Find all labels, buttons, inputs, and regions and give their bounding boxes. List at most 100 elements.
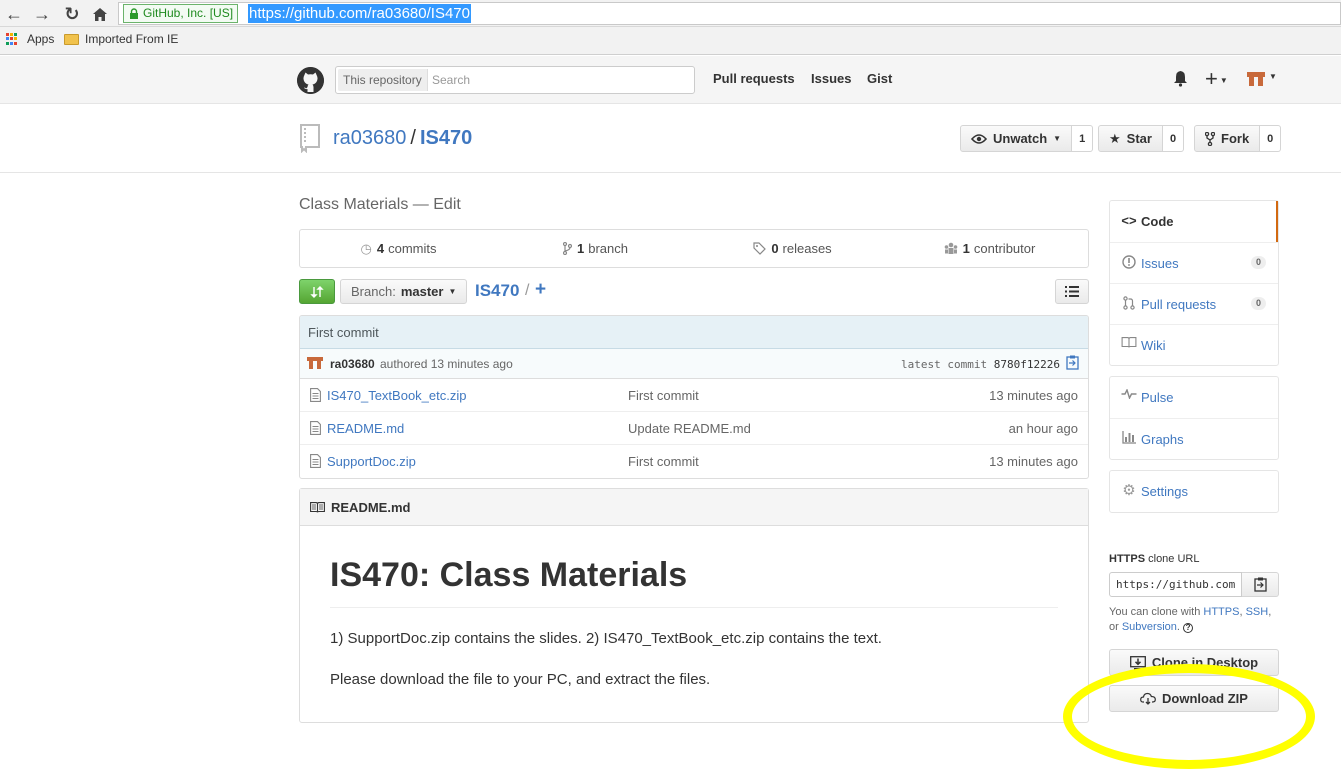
file-row: README.md Update README.md an hour ago <box>300 412 1088 445</box>
url-text[interactable]: https://github.com/ra03680/IS470 <box>248 4 471 23</box>
branch-name: master <box>400 284 444 299</box>
unwatch-button[interactable]: Unwatch ▼ <box>960 125 1073 152</box>
commit-sha-link[interactable]: 8780f12226 <box>994 358 1060 371</box>
sidebar-secondary-nav: Pulse Graphs <box>1109 376 1279 460</box>
address-bar[interactable]: GitHub, Inc. [US] https://github.com/ra0… <box>118 2 1341 25</box>
summary-releases[interactable]: 0 releases <box>694 230 891 267</box>
copy-clone-url-button[interactable] <box>1242 572 1279 597</box>
lock-icon <box>130 8 138 19</box>
sidebar-primary-nav: <> Code Issues 0 Pull requests 0 Wiki <box>1109 200 1279 366</box>
branch-icon <box>563 242 572 255</box>
clone-url-label: HTTPS clone URL <box>1109 553 1199 565</box>
bookmark-apps[interactable]: Apps <box>6 32 54 46</box>
bell-icon[interactable] <box>1173 70 1188 92</box>
latest-commit-message[interactable]: First commit <box>300 316 1088 349</box>
clone-url-input[interactable] <box>1109 572 1242 597</box>
yellow-highlight-annotation <box>1063 664 1315 769</box>
back-icon[interactable]: ← <box>3 3 25 25</box>
download-zip-label: Download ZIP <box>1162 691 1248 706</box>
branch-selector[interactable]: Branch: master ▼ <box>340 279 468 304</box>
nav-pull-requests[interactable]: Pull requests <box>713 71 795 86</box>
sidebar-item-graphs[interactable]: Graphs <box>1110 418 1278 459</box>
sidebar-item-pull-requests[interactable]: Pull requests 0 <box>1110 283 1278 324</box>
clone-subversion-link[interactable]: Subversion <box>1122 621 1177 633</box>
readme-header: README.md <box>300 489 1088 526</box>
unwatch-caret-icon: ▼ <box>1053 134 1062 143</box>
avatar-dropdown-caret-icon[interactable]: ▼ <box>1269 72 1277 81</box>
fork-icon <box>1205 131 1215 146</box>
nav-issues[interactable]: Issues <box>811 71 851 86</box>
file-commit-message[interactable]: First commit <box>628 454 699 469</box>
clone-help-prefix: You can clone with <box>1109 606 1201 618</box>
clipboard-icon[interactable] <box>1066 355 1079 370</box>
tag-icon <box>753 242 767 255</box>
forward-icon[interactable]: → <box>31 3 53 25</box>
sidebar-settings-nav: ⚙ Settings <box>1109 470 1279 513</box>
repo-owner-link[interactable]: ra03680 <box>333 127 406 149</box>
download-zip-button[interactable]: Download ZIP <box>1109 685 1279 712</box>
summary-branches[interactable]: 1 branch <box>497 230 694 267</box>
search-box[interactable]: This repository <box>335 66 695 94</box>
clone-in-desktop-button[interactable]: Clone in Desktop <box>1109 649 1279 676</box>
latest-commit-text: latest commit <box>901 358 988 371</box>
file-icon <box>310 454 321 468</box>
octocat-logo-icon[interactable] <box>297 67 324 94</box>
compare-icon <box>310 285 324 298</box>
file-browser: First commit ra03680 authored 13 minutes… <box>299 315 1089 479</box>
list-view-button[interactable] <box>1055 279 1089 304</box>
bookmarks-bar: Apps Imported From IE <box>0 27 1341 55</box>
bookmark-imported-from-ie[interactable]: Imported From IE <box>64 32 178 46</box>
ev-certificate-badge[interactable]: GitHub, Inc. [US] <box>123 4 239 23</box>
stars-count[interactable]: 0 <box>1162 125 1185 152</box>
home-icon[interactable] <box>89 3 111 25</box>
nav-gist[interactable]: Gist <box>867 71 892 86</box>
watchers-count[interactable]: 1 <box>1072 125 1094 152</box>
releases-count: 0 <box>771 241 779 256</box>
clone-https-link[interactable]: HTTPS <box>1203 606 1239 618</box>
forks-count[interactable]: 0 <box>1260 125 1282 152</box>
star-icon: ★ <box>1109 130 1121 146</box>
star-label: Star <box>1126 131 1152 146</box>
repo-title-separator: / <box>410 127 416 149</box>
branches-count: 1 <box>577 241 585 256</box>
clone-protocol: HTTPS <box>1109 553 1146 565</box>
file-commit-message[interactable]: First commit <box>628 388 699 403</box>
sidebar-item-label: Wiki <box>1141 338 1166 353</box>
bookmark-apps-label: Apps <box>27 32 55 46</box>
star-button[interactable]: ★ Star <box>1098 125 1163 152</box>
sidebar-item-label: Settings <box>1141 484 1188 499</box>
star-group: ★ Star 0 <box>1098 125 1185 152</box>
sidebar-item-code[interactable]: <> Code <box>1110 201 1278 242</box>
create-new-plus-icon[interactable]: + ▼ <box>1205 66 1228 92</box>
summary-contributors[interactable]: 1 contributor <box>891 230 1088 267</box>
commit-author-avatar[interactable] <box>307 357 323 371</box>
sidebar-item-issues[interactable]: Issues 0 <box>1110 242 1278 283</box>
reload-icon[interactable]: ↻ <box>61 3 83 25</box>
book-icon <box>1121 337 1137 348</box>
user-avatar-icon[interactable] <box>1247 72 1265 88</box>
file-name-link[interactable]: SupportDoc.zip <box>327 454 416 469</box>
file-age: 13 minutes ago <box>989 454 1078 469</box>
search-input[interactable] <box>432 70 687 90</box>
summary-commits[interactable]: ◷ 4 commits <box>300 230 497 267</box>
sidebar-item-label: Graphs <box>1141 432 1184 447</box>
file-name-link[interactable]: README.md <box>327 421 404 436</box>
unwatch-group: Unwatch ▼ 1 <box>960 125 1094 152</box>
eye-icon <box>971 133 987 144</box>
clone-ssh-link[interactable]: SSH <box>1246 606 1269 618</box>
pull-request-icon <box>1123 296 1135 310</box>
clone-help-comma: , <box>1239 606 1243 618</box>
sidebar-item-pulse[interactable]: Pulse <box>1110 377 1278 418</box>
sidebar-item-wiki[interactable]: Wiki <box>1110 324 1278 365</box>
breadcrumb-repo-root[interactable]: IS470 <box>475 281 519 301</box>
file-commit-message[interactable]: Update README.md <box>628 421 751 436</box>
new-file-plus-icon[interactable]: + <box>535 279 546 301</box>
file-name-link[interactable]: IS470_TextBook_etc.zip <box>327 388 466 403</box>
fork-button[interactable]: Fork <box>1194 125 1261 152</box>
sidebar-item-settings[interactable]: ⚙ Settings <box>1110 471 1278 512</box>
repo-name-link[interactable]: IS470 <box>420 127 472 149</box>
readme-paragraph-1: 1) SupportDoc.zip contains the slides. 2… <box>330 630 882 647</box>
commit-author-link[interactable]: ra03680 <box>330 357 375 371</box>
compare-review-button[interactable] <box>299 279 335 304</box>
help-question-icon[interactable]: ? <box>1183 623 1194 633</box>
